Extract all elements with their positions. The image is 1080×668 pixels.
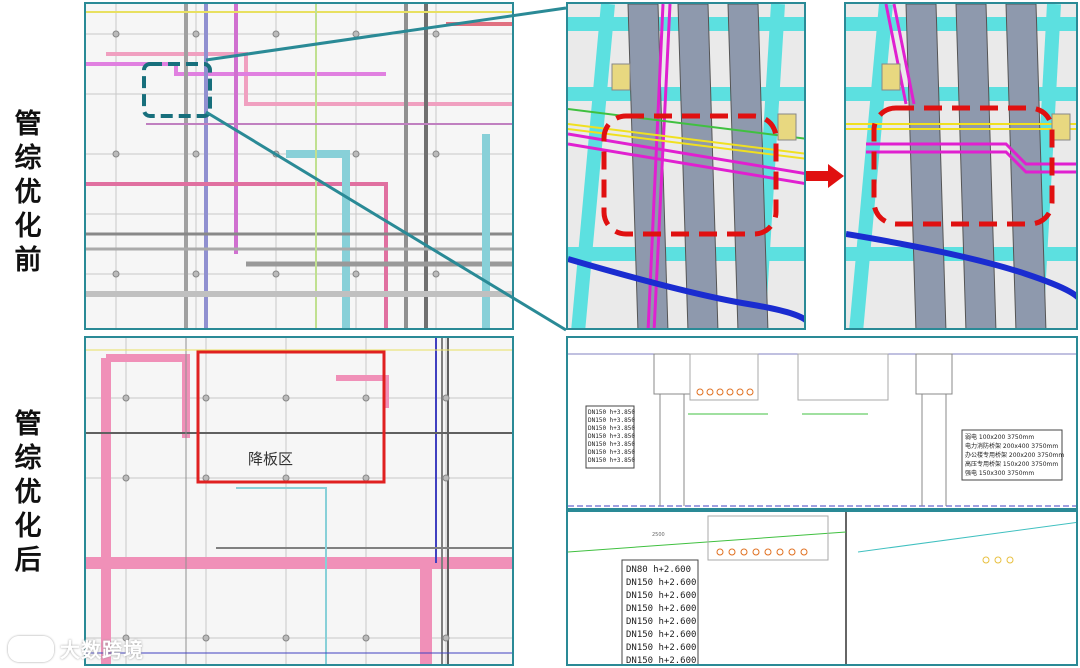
section-top-panel: DN150 h+3.850 DN150 h+3.850 DN150 h+3.85…: [566, 336, 1078, 510]
plan-after-drawing: 降板区: [86, 338, 512, 664]
section-bottom-drawing: 2500 DN80 h+2.600 DN150 h+2.600 DN150 h+…: [568, 512, 1076, 666]
pipe-row: DN150 h+3.850: [588, 449, 635, 456]
pipe-row: DN150 h+2.600: [626, 656, 696, 666]
tray-row: 办公楼专用桥架 200x200 3750mm: [965, 451, 1064, 459]
pipe-row: DN150 h+3.850: [588, 425, 635, 432]
pipe-row: DN150 h+2.600: [626, 604, 696, 614]
model-before-panel: [566, 2, 806, 330]
watermark: 大数跨境: [8, 634, 144, 663]
zone-label: 降板区: [248, 450, 293, 468]
dimension-label: 2500: [652, 532, 665, 538]
tray-row: 强电 150x300 3750mm: [965, 469, 1034, 477]
pipe-row: DN150 h+2.600: [626, 591, 696, 601]
section-top-drawing: DN150 h+3.850 DN150 h+3.850 DN150 h+3.85…: [568, 338, 1076, 508]
pipe-row: DN150 h+2.600: [626, 617, 696, 627]
tray-row: 电力消防桥架 200x400 3750mm: [965, 442, 1058, 450]
model-before-drawing: [568, 4, 804, 328]
pipe-row: DN150 h+3.850: [588, 457, 635, 464]
watermark-logo-icon: [8, 635, 54, 662]
pipe-row: DN150 h+2.600: [626, 643, 696, 653]
section-bottom-panel: 2500 DN80 h+2.600 DN150 h+2.600 DN150 h+…: [566, 510, 1078, 666]
pipe-table-top: DN150 h+3.850 DN150 h+3.850 DN150 h+3.85…: [588, 409, 635, 464]
pipe-row: DN150 h+2.600: [626, 578, 696, 588]
pipe-row: DN150 h+3.850: [588, 417, 635, 424]
pipe-row: DN150 h+3.850: [588, 441, 635, 448]
pipe-row: DN150 h+2.600: [626, 630, 696, 640]
arrow-icon: [806, 164, 844, 188]
model-after-drawing: [846, 4, 1076, 328]
pipe-row: DN150 h+3.850: [588, 433, 635, 440]
watermark-text: 大数跨境: [60, 638, 144, 662]
model-after-panel: [844, 2, 1078, 330]
plan-after-panel: 降板区: [84, 336, 514, 666]
pipe-row: DN80 h+2.600: [626, 565, 691, 575]
tray-row: 弱电 100x200 3750mm: [965, 433, 1034, 441]
tray-row: 高压专用桥架 150x200 3750mm: [965, 460, 1058, 468]
pipe-row: DN150 h+3.850: [588, 409, 635, 416]
